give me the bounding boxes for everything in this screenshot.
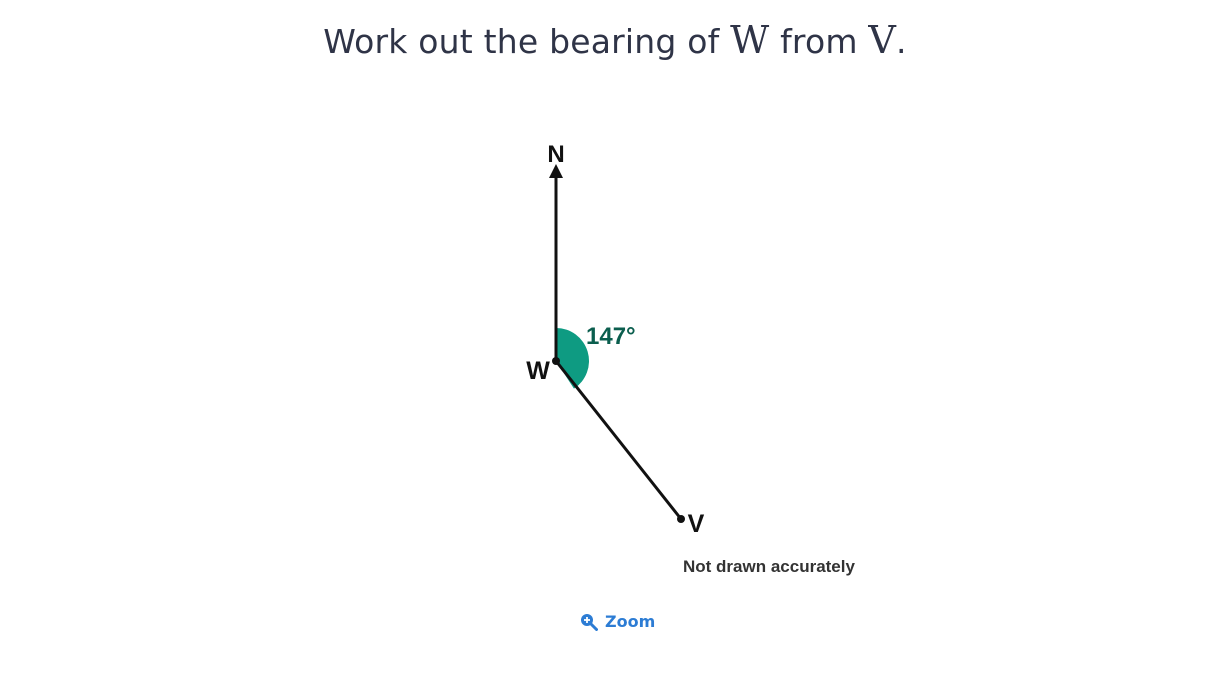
point-w-label: W [526, 357, 550, 385]
zoom-in-icon [580, 613, 598, 631]
north-label: N [547, 141, 564, 168]
bearing-diagram: N W V 147° Not drawn accurately [526, 141, 855, 576]
point-w-dot [552, 357, 560, 365]
not-drawn-accurately-note: Not drawn accurately [683, 557, 855, 576]
line-w-to-v [554, 360, 683, 520]
zoom-button[interactable]: Zoom [580, 612, 655, 631]
page: Work out the bearing of W from V. N W V … [0, 0, 1230, 673]
zoom-label: Zoom [605, 612, 656, 631]
point-v-dot [677, 515, 685, 523]
point-v-label: V [688, 510, 705, 538]
angle-label: 147° [586, 323, 636, 350]
